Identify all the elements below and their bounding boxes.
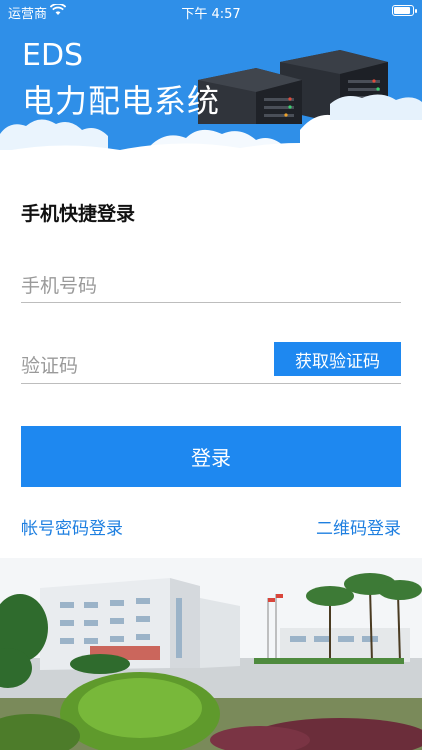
app-title-zh: 电力配电系统 <box>22 82 221 120</box>
status-bar: 运营商 下午 4:57 <box>0 0 422 24</box>
phone-field[interactable] <box>21 272 401 303</box>
login-button[interactable]: 登录 <box>21 426 401 487</box>
battery-icon <box>392 5 417 16</box>
login-heading: 手机快捷登录 <box>21 203 136 225</box>
header-banner: 运营商 下午 4:57 EDS 电力配电系统 <box>0 0 422 160</box>
status-time: 下午 4:57 <box>181 7 241 22</box>
qr-login-link[interactable]: 二维码登录 <box>316 514 401 539</box>
get-code-button[interactable]: 获取验证码 <box>274 342 401 376</box>
app-title-en: EDS <box>22 38 84 73</box>
phone-input[interactable] <box>21 272 401 300</box>
factory-photo <box>0 558 422 750</box>
code-field[interactable] <box>21 352 271 382</box>
account-login-link[interactable]: 帐号密码登录 <box>21 514 123 539</box>
code-underline <box>21 383 401 384</box>
code-input[interactable] <box>21 352 271 380</box>
